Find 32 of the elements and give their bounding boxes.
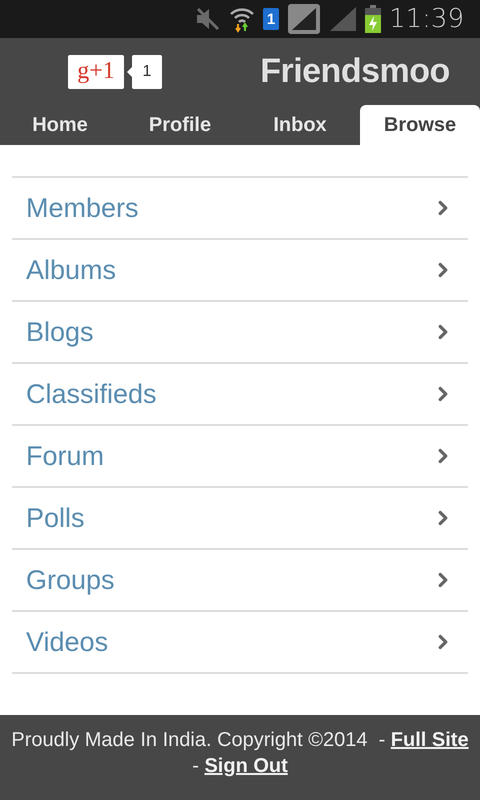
menu-item[interactable]: Albums bbox=[12, 240, 468, 302]
full-site-link[interactable]: Full Site bbox=[390, 729, 469, 751]
callout-tip-icon bbox=[127, 66, 132, 76]
menu-item[interactable]: Blogs bbox=[12, 302, 468, 364]
menu-item[interactable]: Forum bbox=[12, 426, 468, 488]
menu-item[interactable]: Classifieds bbox=[12, 364, 468, 426]
menu-item[interactable]: Groups bbox=[12, 550, 468, 612]
muted-speaker-icon bbox=[195, 7, 222, 31]
plus-one-button[interactable]: g+1 bbox=[68, 54, 124, 88]
nav-tab[interactable]: Inbox bbox=[240, 105, 360, 145]
menu-label: Polls bbox=[26, 502, 85, 534]
sign-out-link[interactable]: Sign Out bbox=[204, 755, 288, 777]
signal-icon bbox=[329, 6, 358, 32]
nav-tab[interactable]: Browse bbox=[360, 105, 480, 145]
clock-time: 11:39 bbox=[389, 4, 464, 34]
signal-icon bbox=[287, 3, 322, 35]
menu-item[interactable]: Videos bbox=[12, 612, 468, 674]
menu-item[interactable]: Polls bbox=[12, 488, 468, 550]
menu-label: Members bbox=[26, 192, 139, 224]
battery-charging-icon bbox=[365, 5, 382, 33]
nav-tab[interactable]: Profile bbox=[120, 105, 240, 145]
menu-label: Classifieds bbox=[26, 378, 157, 410]
menu-item[interactable]: Members bbox=[12, 178, 468, 240]
menu-label: Forum bbox=[26, 440, 104, 472]
sim-indicator: 1 bbox=[263, 8, 280, 30]
menu-label: Blogs bbox=[26, 316, 94, 348]
nav-tab[interactable]: Home bbox=[0, 105, 120, 145]
footer-text: Proudly Made In India. Copyright ©2014 - Full Site - Sign Out bbox=[10, 728, 470, 779]
menu-label: Albums bbox=[26, 254, 116, 286]
menu-label: Videos bbox=[26, 626, 108, 658]
menu-label: Groups bbox=[26, 564, 115, 596]
site-title: Friendsmoo bbox=[259, 52, 451, 91]
